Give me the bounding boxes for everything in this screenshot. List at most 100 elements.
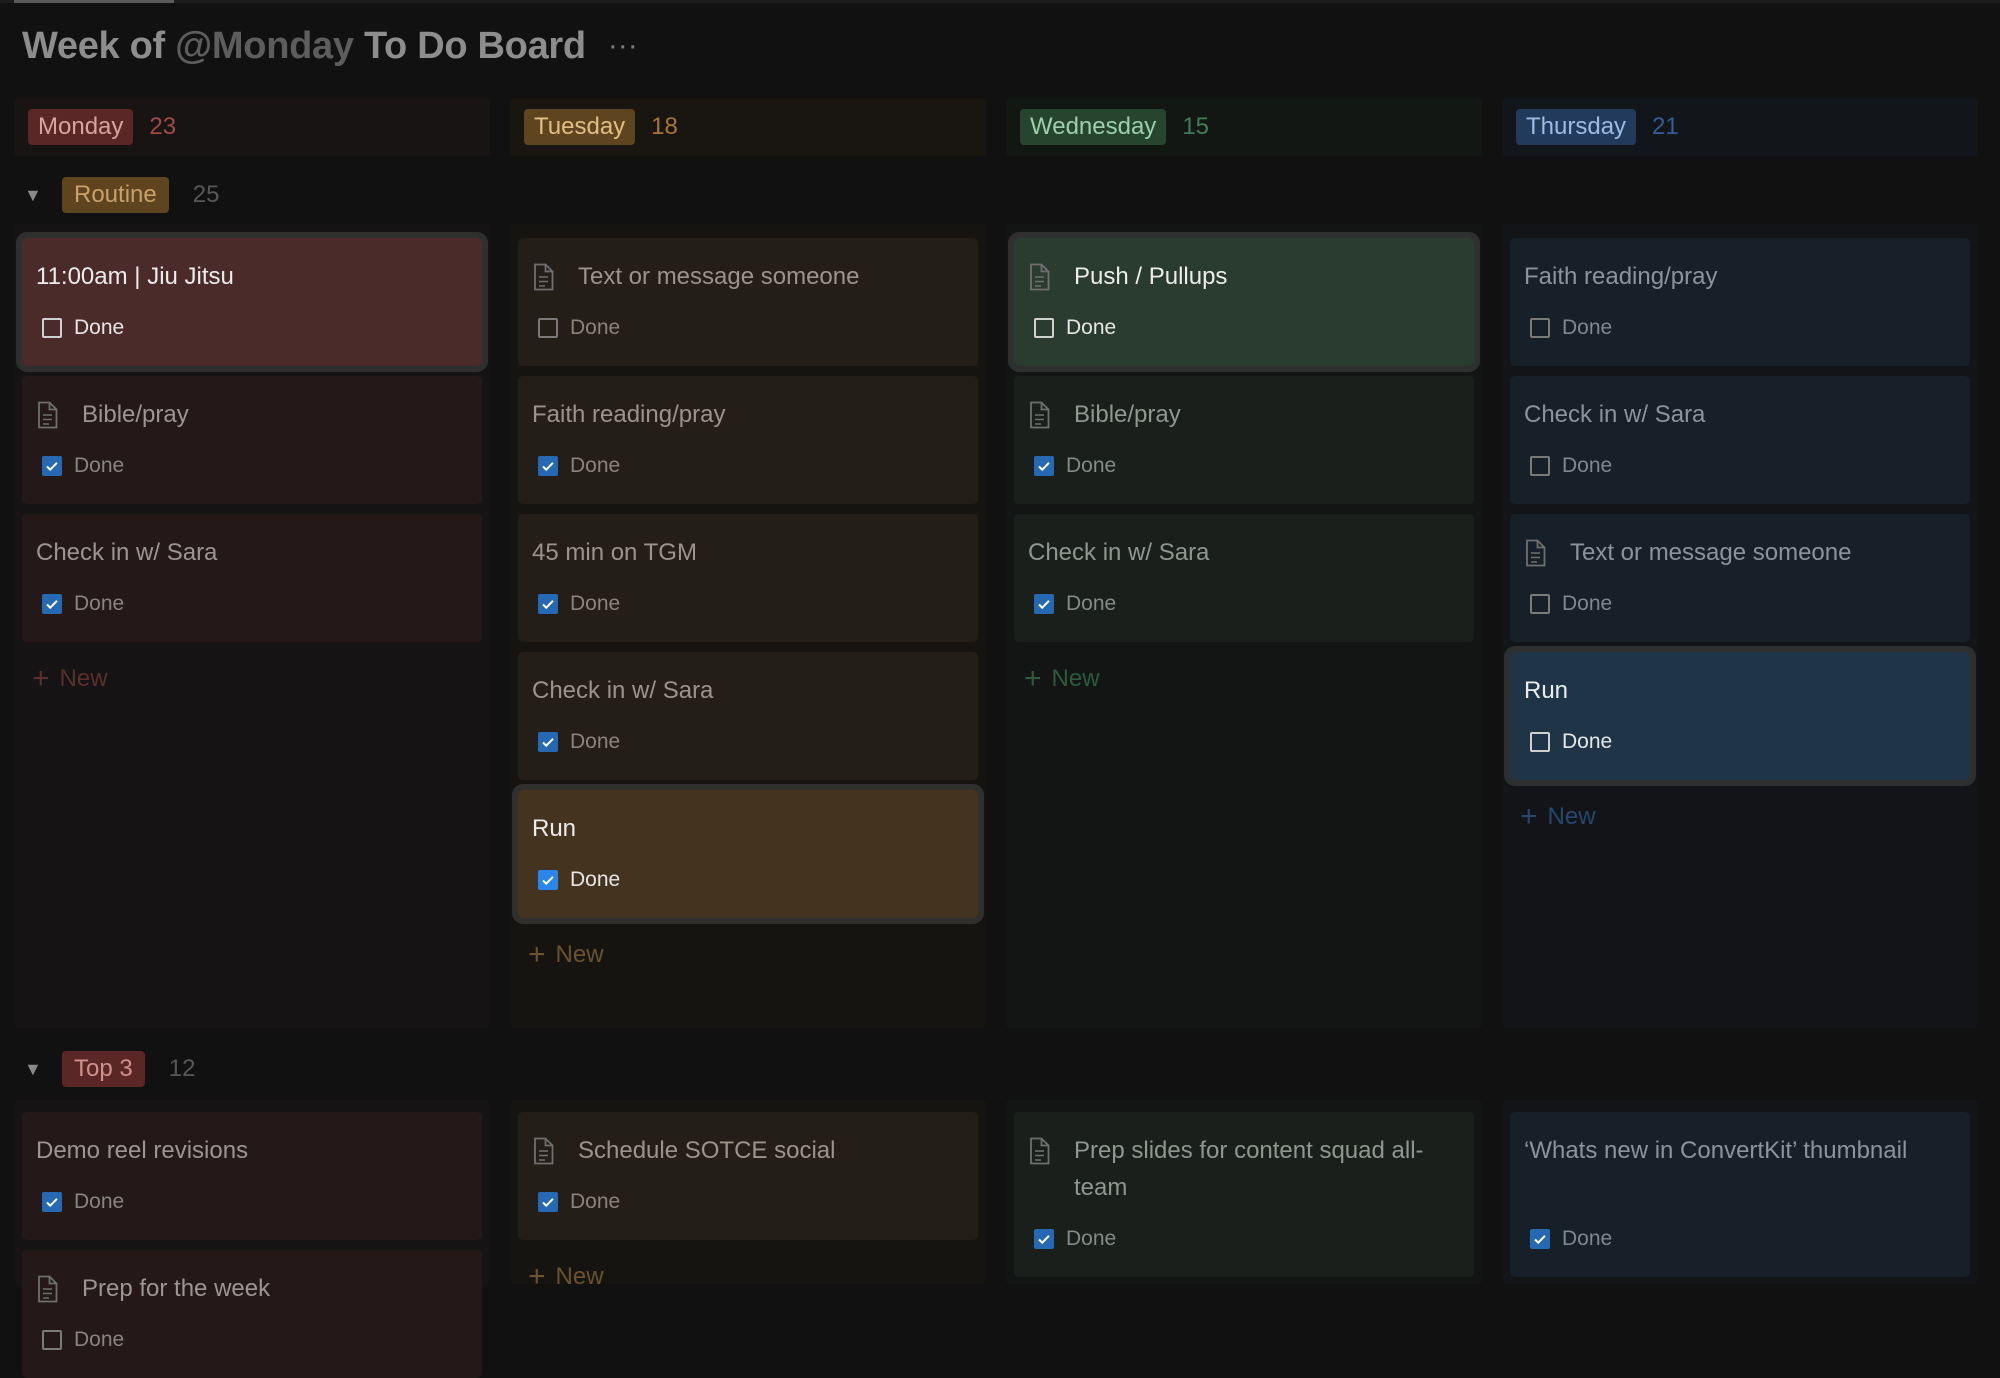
done-label: Done (74, 316, 125, 339)
done-checkbox-row[interactable]: Done (538, 592, 620, 616)
group-name-routine[interactable]: Routine (62, 177, 169, 213)
checkbox-icon[interactable] (42, 318, 62, 338)
card-title: Demo reel revisions (36, 1137, 249, 1164)
column-header-thursday[interactable]: Thursday 21 (1502, 98, 1978, 156)
task-card[interactable]: Bible/pray Done (1014, 376, 1474, 504)
task-card[interactable]: Prep slides for content squad all-team Do… (1014, 1112, 1474, 1277)
checkbox-icon[interactable] (538, 318, 558, 338)
new-card-button[interactable]: + New (32, 664, 108, 694)
checkbox-icon[interactable] (1530, 456, 1550, 476)
done-label: Done (570, 316, 621, 339)
card-title: ‘Whats new in ConvertKit’ thumbnail (1524, 1137, 1908, 1164)
new-card-button[interactable]: + New (528, 940, 604, 970)
done-checkbox-row[interactable]: Done (538, 316, 620, 340)
column-name-thursday: Thursday (1516, 109, 1637, 145)
card-title: Prep slides for content squad all-team (1074, 1137, 1424, 1201)
checked-checkbox-icon[interactable] (1034, 456, 1054, 476)
task-card[interactable]: Check in w/ Sara Done (22, 514, 482, 642)
title-suffix: To Do Board (353, 24, 586, 67)
task-card[interactable]: Run Done (1510, 652, 1970, 780)
done-checkbox-row[interactable]: Done (1034, 316, 1116, 340)
checked-checkbox-icon[interactable] (538, 456, 558, 476)
done-checkbox-row[interactable]: Done (42, 454, 124, 478)
column-header-tuesday[interactable]: Tuesday 18 (510, 98, 986, 156)
done-checkbox-row[interactable]: Done (538, 454, 620, 478)
plus-icon: + (528, 938, 546, 971)
card-title: Run (1524, 677, 1569, 704)
done-checkbox-row[interactable]: Done (538, 1190, 620, 1214)
checked-checkbox-icon[interactable] (538, 732, 558, 752)
more-options-icon[interactable]: ··· (608, 31, 638, 61)
task-card[interactable]: Prep for the week Done (22, 1250, 482, 1378)
column-count-wednesday: 15 (1182, 113, 1210, 140)
title-prefix: Week of (22, 24, 176, 67)
done-checkbox-row[interactable]: Done (1034, 454, 1116, 478)
new-card-button[interactable]: + New (528, 1262, 604, 1292)
done-checkbox-row[interactable]: Done (42, 1190, 124, 1214)
checked-checkbox-icon[interactable] (42, 456, 62, 476)
done-checkbox-row[interactable]: Done (1530, 316, 1612, 340)
done-checkbox-row[interactable]: Done (1530, 1227, 1612, 1251)
done-label: Done (1562, 316, 1613, 339)
task-card[interactable]: Check in w/ Sara Done (1014, 514, 1474, 642)
checkbox-icon[interactable] (1530, 318, 1550, 338)
collapse-caret-icon[interactable]: ▼ (24, 1059, 46, 1080)
task-card[interactable]: Bible/pray Done (22, 376, 482, 504)
checked-checkbox-icon[interactable] (42, 594, 62, 614)
checked-checkbox-icon[interactable] (538, 870, 558, 890)
card-title-row: Faith reading/pray (532, 396, 964, 433)
column-header-monday[interactable]: Monday 23 (14, 98, 490, 156)
card-title: Bible/pray (1074, 401, 1181, 428)
new-card-button[interactable]: + New (1520, 802, 1596, 832)
checkbox-icon[interactable] (42, 1330, 62, 1350)
card-title: Check in w/ Sara (532, 677, 714, 704)
group-name-top3[interactable]: Top 3 (62, 1051, 145, 1087)
done-checkbox-row[interactable]: Done (1530, 454, 1612, 478)
task-card[interactable]: ‘Whats new in ConvertKit’ thumbnail Done (1510, 1112, 1970, 1277)
checked-checkbox-icon[interactable] (1530, 1229, 1550, 1249)
card-title-row: Check in w/ Sara (532, 672, 964, 709)
checked-checkbox-icon[interactable] (1034, 1229, 1054, 1249)
done-checkbox-row[interactable]: Done (1530, 730, 1612, 754)
done-checkbox-row[interactable]: Done (42, 1328, 124, 1352)
task-card[interactable]: Check in w/ Sara Done (518, 652, 978, 780)
done-checkbox-row[interactable]: Done (1034, 1227, 1116, 1251)
plus-icon: + (1024, 662, 1042, 695)
checkbox-icon[interactable] (1034, 318, 1054, 338)
collapse-caret-icon[interactable]: ▼ (24, 185, 46, 206)
done-checkbox-row[interactable]: Done (1034, 592, 1116, 616)
checked-checkbox-icon[interactable] (1034, 594, 1054, 614)
checked-checkbox-icon[interactable] (538, 594, 558, 614)
title-mention[interactable]: @Monday (175, 25, 354, 67)
done-checkbox-row[interactable]: Done (538, 868, 620, 892)
column-name-tuesday: Tuesday (524, 109, 636, 145)
document-icon (532, 258, 560, 295)
task-card[interactable]: 11:00am | Jiu Jitsu Done (22, 238, 482, 366)
card-title-row: Bible/pray (1028, 396, 1460, 433)
done-checkbox-row[interactable]: Done (42, 316, 124, 340)
checkbox-icon[interactable] (1530, 594, 1550, 614)
task-card[interactable]: Check in w/ Sara Done (1510, 376, 1970, 504)
task-card[interactable]: Run Done (518, 790, 978, 918)
new-card-button[interactable]: + New (1024, 664, 1100, 694)
checked-checkbox-icon[interactable] (538, 1192, 558, 1212)
task-card[interactable]: Faith reading/pray Done (1510, 238, 1970, 366)
column-count-monday: 23 (149, 113, 177, 140)
task-card[interactable]: Text or message someone Done (1510, 514, 1970, 642)
task-card[interactable]: Schedule SOTCE social Done (518, 1112, 978, 1240)
task-card[interactable]: Push / Pullups Done (1014, 238, 1474, 366)
new-label: New (1051, 665, 1100, 692)
checked-checkbox-icon[interactable] (42, 1192, 62, 1212)
plus-icon: + (528, 1260, 546, 1293)
checkbox-icon[interactable] (1530, 732, 1550, 752)
task-card[interactable]: 45 min on TGM Done (518, 514, 978, 642)
task-card[interactable]: Demo reel revisions Done (22, 1112, 482, 1240)
task-card[interactable]: Faith reading/pray Done (518, 376, 978, 504)
document-icon (1028, 258, 1056, 295)
task-card[interactable]: Text or message someone Done (518, 238, 978, 366)
done-checkbox-row[interactable]: Done (538, 730, 620, 754)
done-checkbox-row[interactable]: Done (1530, 592, 1612, 616)
column-header-wednesday[interactable]: Wednesday 15 (1006, 98, 1482, 156)
done-label: Done (1562, 1227, 1613, 1250)
done-checkbox-row[interactable]: Done (42, 592, 124, 616)
